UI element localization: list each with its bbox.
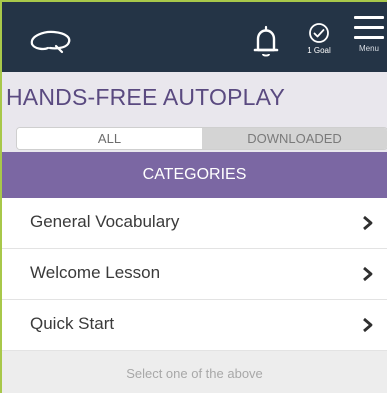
tab-downloaded[interactable]: DOWNLOADED [202,128,387,149]
category-item-general-vocabulary[interactable]: General Vocabulary [2,198,387,249]
page-title: HANDS-FREE AUTOPLAY [6,84,286,110]
category-item-label: General Vocabulary [30,212,180,231]
menu-button[interactable]: Menu [352,16,386,64]
app-frame: 1 Goal Menu HANDS-FREE AUTOPLAY ALL DOWN… [0,0,387,393]
title-bar: HANDS-FREE AUTOPLAY [2,72,387,125]
goal-button[interactable]: 1 Goal [302,22,336,62]
goal-check-icon [309,23,329,43]
menu-label: Menu [358,44,379,53]
footer-hint: Select one of the above [2,351,387,393]
segmented-tabs: ALL DOWNLOADED [16,127,387,150]
chevron-right-icon [363,317,373,333]
category-item-label: Quick Start [30,314,115,333]
menu-icon [354,16,384,39]
goal-label: 1 Goal [307,46,331,55]
category-item-label: Welcome Lesson [30,263,161,282]
categories-header: CATEGORIES [2,152,387,198]
tab-all[interactable]: ALL [17,128,202,149]
chevron-right-icon [363,215,373,231]
top-bar: 1 Goal Menu [2,2,387,72]
tabs-container: ALL DOWNLOADED [2,125,387,152]
logo-icon[interactable] [26,28,74,54]
bell-icon[interactable] [252,24,280,58]
category-item-quick-start[interactable]: Quick Start [2,300,387,351]
chevron-right-icon [363,266,373,282]
category-item-welcome-lesson[interactable]: Welcome Lesson [2,249,387,300]
